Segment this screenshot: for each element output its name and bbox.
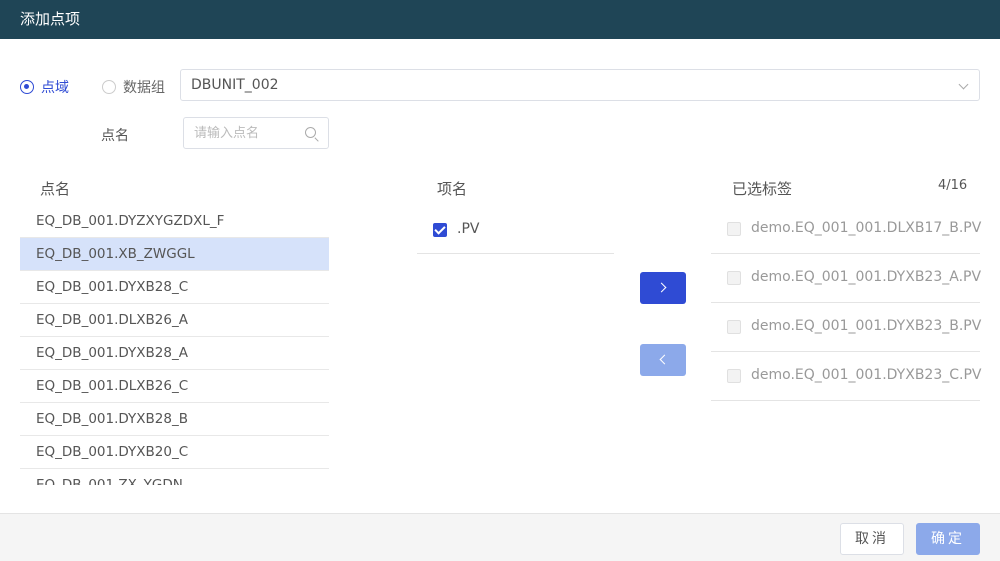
points-column-header: 点名: [40, 180, 71, 198]
point-list-item[interactable]: EQ_DB_001.DYXB20_C: [20, 436, 329, 469]
radio-data-group[interactable]: 数据组: [102, 77, 165, 97]
cancel-button[interactable]: 取消: [840, 523, 904, 555]
search-icon[interactable]: [305, 127, 316, 138]
checkbox-checked-icon[interactable]: [433, 223, 447, 237]
selected-count: 4/16: [938, 178, 968, 193]
chevron-left-icon: [659, 354, 670, 365]
item-list-item[interactable]: .PV: [417, 210, 614, 254]
dialog-footer: 取消 确定: [0, 513, 1000, 561]
point-list-item-selected[interactable]: EQ_DB_001.XB_ZWGGL: [20, 238, 329, 271]
selected-tag-list: demo.EQ_001_001.DLXB17_B.PV demo.EQ_001_…: [711, 205, 982, 401]
selected-column-header: 已选标签: [732, 180, 793, 198]
point-list-item[interactable]: EQ_DB_001.DYXB28_B: [20, 403, 329, 436]
confirm-button[interactable]: 确定: [916, 523, 980, 555]
radio-label: 点域: [41, 80, 69, 96]
selected-tag-item[interactable]: demo.EQ_001_001.DLXB17_B.PV: [711, 205, 982, 254]
checkbox-disabled-icon: [727, 222, 741, 236]
point-search-input[interactable]: [194, 118, 306, 148]
point-list-item[interactable]: EQ_DB_001.DYXB28_C: [20, 271, 329, 304]
radio-dot-icon: [102, 80, 116, 94]
point-name-label: 点名: [101, 128, 129, 144]
radio-label: 数据组: [123, 80, 165, 96]
point-list-item[interactable]: EQ_DB_001.DYZXYGZDXL_F: [20, 205, 329, 238]
domain-select[interactable]: DBUNIT_002: [180, 69, 980, 101]
checkbox-disabled-icon: [727, 320, 741, 334]
radio-dot-icon: [20, 80, 34, 94]
chevron-right-icon: [656, 282, 667, 293]
point-search-box: [183, 117, 329, 149]
point-list-item[interactable]: EQ_DB_001.ZX_YGDN: [20, 469, 329, 485]
chevron-down-icon: [958, 79, 969, 90]
domain-select-value: DBUNIT_002: [191, 77, 279, 93]
selected-tag-item[interactable]: demo.EQ_001_001.DYXB23_A.PV: [711, 254, 982, 303]
item-label: .PV: [457, 221, 480, 237]
selected-tag-item[interactable]: demo.EQ_001_001.DYXB23_B.PV: [711, 303, 982, 352]
dialog-title: 添加点项: [0, 0, 1000, 39]
move-left-button[interactable]: [640, 344, 686, 376]
items-column-header: 项名: [437, 180, 468, 198]
checkbox-disabled-icon: [727, 271, 741, 285]
selected-tag-label: demo.EQ_001_001.DLXB17_B.PV: [751, 220, 982, 236]
selected-tag-item[interactable]: demo.EQ_001_001.DYXB23_C.PV: [711, 352, 982, 401]
selected-tag-label: demo.EQ_001_001.DYXB23_B.PV: [751, 318, 982, 334]
selected-tag-label: demo.EQ_001_001.DYXB23_C.PV: [751, 367, 982, 383]
selected-tag-label: demo.EQ_001_001.DYXB23_A.PV: [751, 269, 982, 285]
move-right-button[interactable]: [640, 272, 686, 304]
checkbox-disabled-icon: [727, 369, 741, 383]
point-list-item[interactable]: EQ_DB_001.DLXB26_C: [20, 370, 329, 403]
point-list-item[interactable]: EQ_DB_001.DLXB26_A: [20, 304, 329, 337]
point-list[interactable]: EQ_DB_001.DYZXYGZDXL_F EQ_DB_001.XB_ZWGG…: [20, 205, 329, 485]
radio-point-domain[interactable]: 点域: [20, 77, 69, 97]
point-list-item[interactable]: EQ_DB_001.DYXB28_A: [20, 337, 329, 370]
